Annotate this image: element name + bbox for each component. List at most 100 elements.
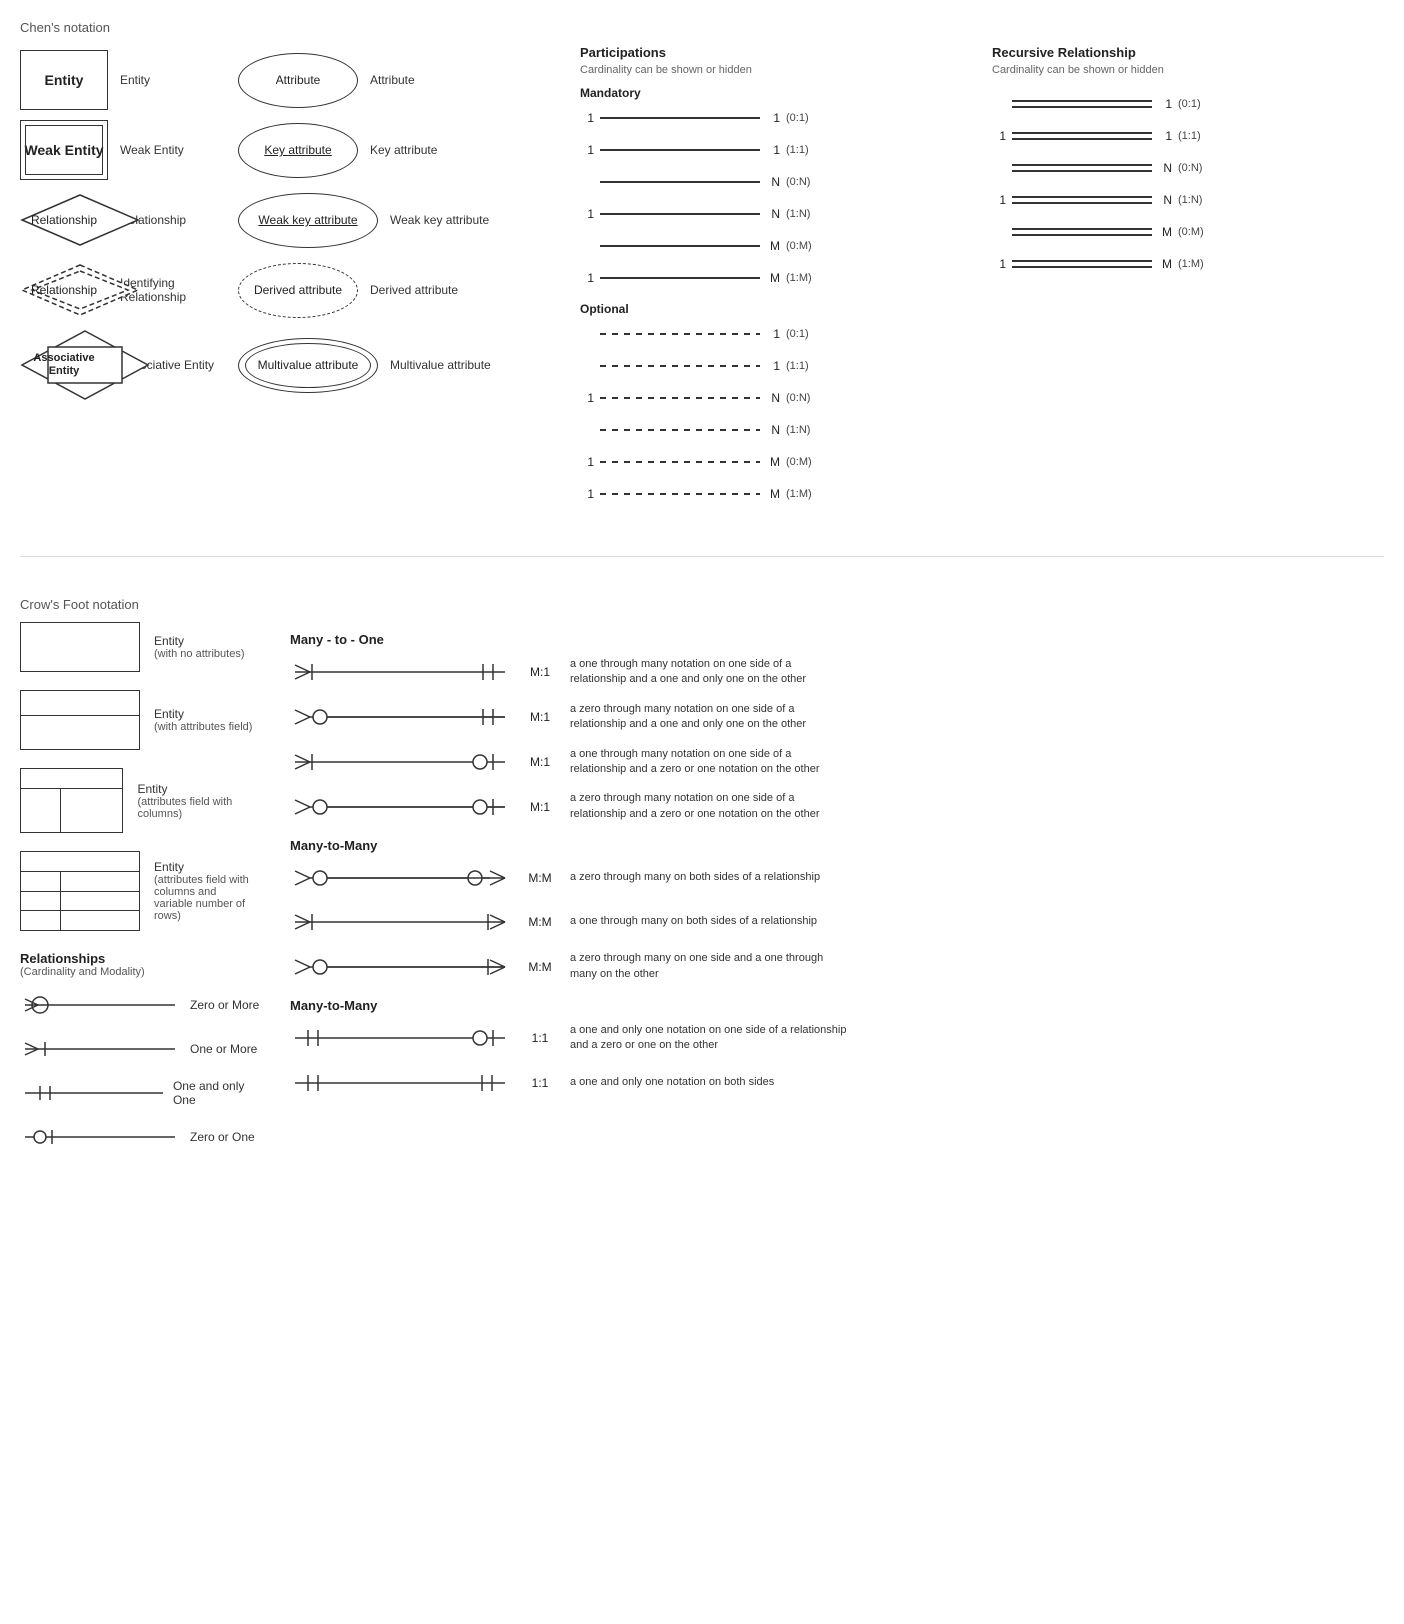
derived-attr-desc: Derived attribute [370, 283, 470, 297]
key-attr-desc: Key attribute [370, 143, 470, 157]
m1-desc-3: a zero through many notation on one side… [570, 791, 850, 822]
identifying-label: Relationship [31, 283, 97, 297]
cf-cols-header [21, 769, 122, 789]
part-line-solid-0 [600, 117, 760, 119]
multivalue-attr-label: Multivalue attribute [258, 358, 359, 372]
participation-title: Participations [580, 45, 972, 60]
opt-row-1: 1 (1:1) [580, 352, 972, 380]
one-or-more-svg [20, 1037, 180, 1061]
crowsfoot-title: Crow's Foot notation [20, 597, 1384, 612]
identifying-diamond: Relationship [20, 263, 108, 318]
chen-title: Chen's notation [20, 20, 1384, 35]
mm-row-1: M:M a one through many on both sides of … [290, 907, 1384, 937]
cf-col1 [21, 789, 61, 832]
rec-row-0: 1 (0:1) [992, 90, 1384, 118]
cf-attrs-header [21, 691, 139, 716]
cf-row2-col1 [21, 892, 61, 911]
attribute-label: Attribute [276, 73, 321, 87]
part-row-2: N (0:N) [580, 168, 972, 196]
part-line-dashed-1 [600, 365, 760, 367]
m1-svg-1 [290, 702, 510, 732]
cf-row-2 [21, 892, 139, 912]
part-line-solid-1 [600, 149, 760, 151]
m1-desc-1: a zero through many notation on one side… [570, 702, 850, 733]
entity-desc: Entity [120, 73, 220, 87]
cf-entity-simple-label: Entity [154, 634, 244, 648]
one-or-more-label: One or More [190, 1042, 257, 1056]
weak-entity-label: Weak Entity [24, 142, 103, 158]
one-only-svg [20, 1081, 163, 1105]
weak-entity-box: Weak Entity [20, 120, 108, 180]
zero-or-one-svg [20, 1125, 180, 1149]
cf-rows-body [21, 872, 139, 930]
opt-row-2: 1 N (0:N) [580, 384, 972, 412]
part-line-solid-4 [600, 245, 760, 247]
cf-entity-cols-label: Entity [137, 782, 260, 796]
many-to-many2-title: Many-to-Many [290, 998, 1384, 1013]
assoc-entity: AssociativeEntity [20, 329, 108, 401]
many-to-many-title: Many-to-Many [290, 838, 1384, 853]
multivalue-attr-desc: Multivalue attribute [390, 358, 491, 372]
weak-key-attr-ellipse: Weak key attribute [238, 193, 378, 248]
rel-title: Relationships [20, 951, 260, 966]
11-row-0: 1:1 a one and only one notation on one s… [290, 1023, 1384, 1054]
optional-title: Optional [580, 302, 972, 316]
mm-svg-1 [290, 907, 510, 937]
opt-row-5: 1 M (1:M) [580, 480, 972, 508]
part-line-dashed-2 [600, 397, 760, 399]
assoc-label: AssociativeEntity [33, 352, 94, 378]
attribute-desc: Attribute [370, 73, 470, 87]
cf-entity-attrs-sublabel: (with attributes field) [154, 721, 252, 733]
part-line-dashed-3 [600, 429, 760, 431]
11-svg-0 [290, 1023, 510, 1053]
cf-entity-simple [20, 622, 140, 672]
multivalue-attr-ellipse: Multivalue attribute [238, 338, 378, 393]
cf-entity-cols-sublabel: (attributes field with columns) [137, 796, 260, 820]
opt-row-3: N (1:N) [580, 416, 972, 444]
m1-row-2: M:1 a one through many notation on one s… [290, 747, 1384, 778]
m1-row-0: M:1 a one through many notation on one s… [290, 657, 1384, 688]
entity-box: Entity [20, 50, 108, 110]
cf-row3-col1 [21, 911, 61, 930]
cf-rows-header [21, 852, 139, 872]
rec-row-4: M (0:M) [992, 218, 1384, 246]
recursive-title: Recursive Relationship [992, 45, 1384, 60]
mm-desc-2: a zero through many on one side and a on… [570, 951, 850, 982]
part-line-dashed-5 [600, 493, 760, 495]
mm-row-0: M:M a zero through many on both sides of… [290, 863, 1384, 893]
part-row-1: 1 1 (1:1) [580, 136, 972, 164]
one-only-row: One and only One [20, 1078, 260, 1108]
relationship-diamond: Relationship [20, 193, 108, 248]
mandatory-title: Mandatory [580, 86, 972, 100]
part-line-dashed-0 [600, 333, 760, 335]
mm-svg-2 [290, 952, 510, 982]
m1-desc-2: a one through many notation on one side … [570, 747, 850, 778]
zero-or-one-row: Zero or One [20, 1122, 260, 1152]
mm-row-2: M:M a zero through many on one side and … [290, 951, 1384, 982]
part-line-dashed-4 [600, 461, 760, 463]
m1-svg-2 [290, 747, 510, 777]
weak-key-attr-label: Weak key attribute [258, 213, 357, 227]
derived-attr-label: Derived attribute [254, 283, 342, 297]
cf-entity-simple-sublabel: (with no attributes) [154, 648, 244, 660]
m1-row-3: M:1 a zero through many notation on one … [290, 791, 1384, 822]
part-row-4: M (0:M) [580, 232, 972, 260]
rel-subtitle: (Cardinality and Modality) [20, 966, 260, 978]
cf-entity-simple-item: Entity (with no attributes) [20, 622, 260, 672]
weak-entity-desc: Weak Entity [120, 143, 220, 157]
relationship-label: Relationship [31, 213, 97, 227]
part-row-5: 1 M (1:M) [580, 264, 972, 292]
11-row-1: 1:1 a one and only one notation on both … [290, 1068, 1384, 1098]
derived-attr-ellipse: Derived attribute [238, 263, 358, 318]
part-row-3: 1 N (1:N) [580, 200, 972, 228]
mm-desc-1: a one through many on both sides of a re… [570, 914, 817, 929]
part-line-solid-5 [600, 277, 760, 279]
zero-or-more-row: Zero or More [20, 990, 260, 1020]
cf-entity-rows-sublabel: (attributes field with columns and varia… [154, 874, 254, 922]
opt-row-0: 1 (0:1) [580, 320, 972, 348]
m1-row-1: M:1 a zero through many notation on one … [290, 702, 1384, 733]
cf-entity-cols-item: Entity (attributes field with columns) [20, 768, 260, 833]
recursive-subtitle: Cardinality can be shown or hidden [992, 64, 1384, 76]
participation-subtitle: Cardinality can be shown or hidden [580, 64, 972, 76]
cf-row-1 [21, 872, 139, 892]
